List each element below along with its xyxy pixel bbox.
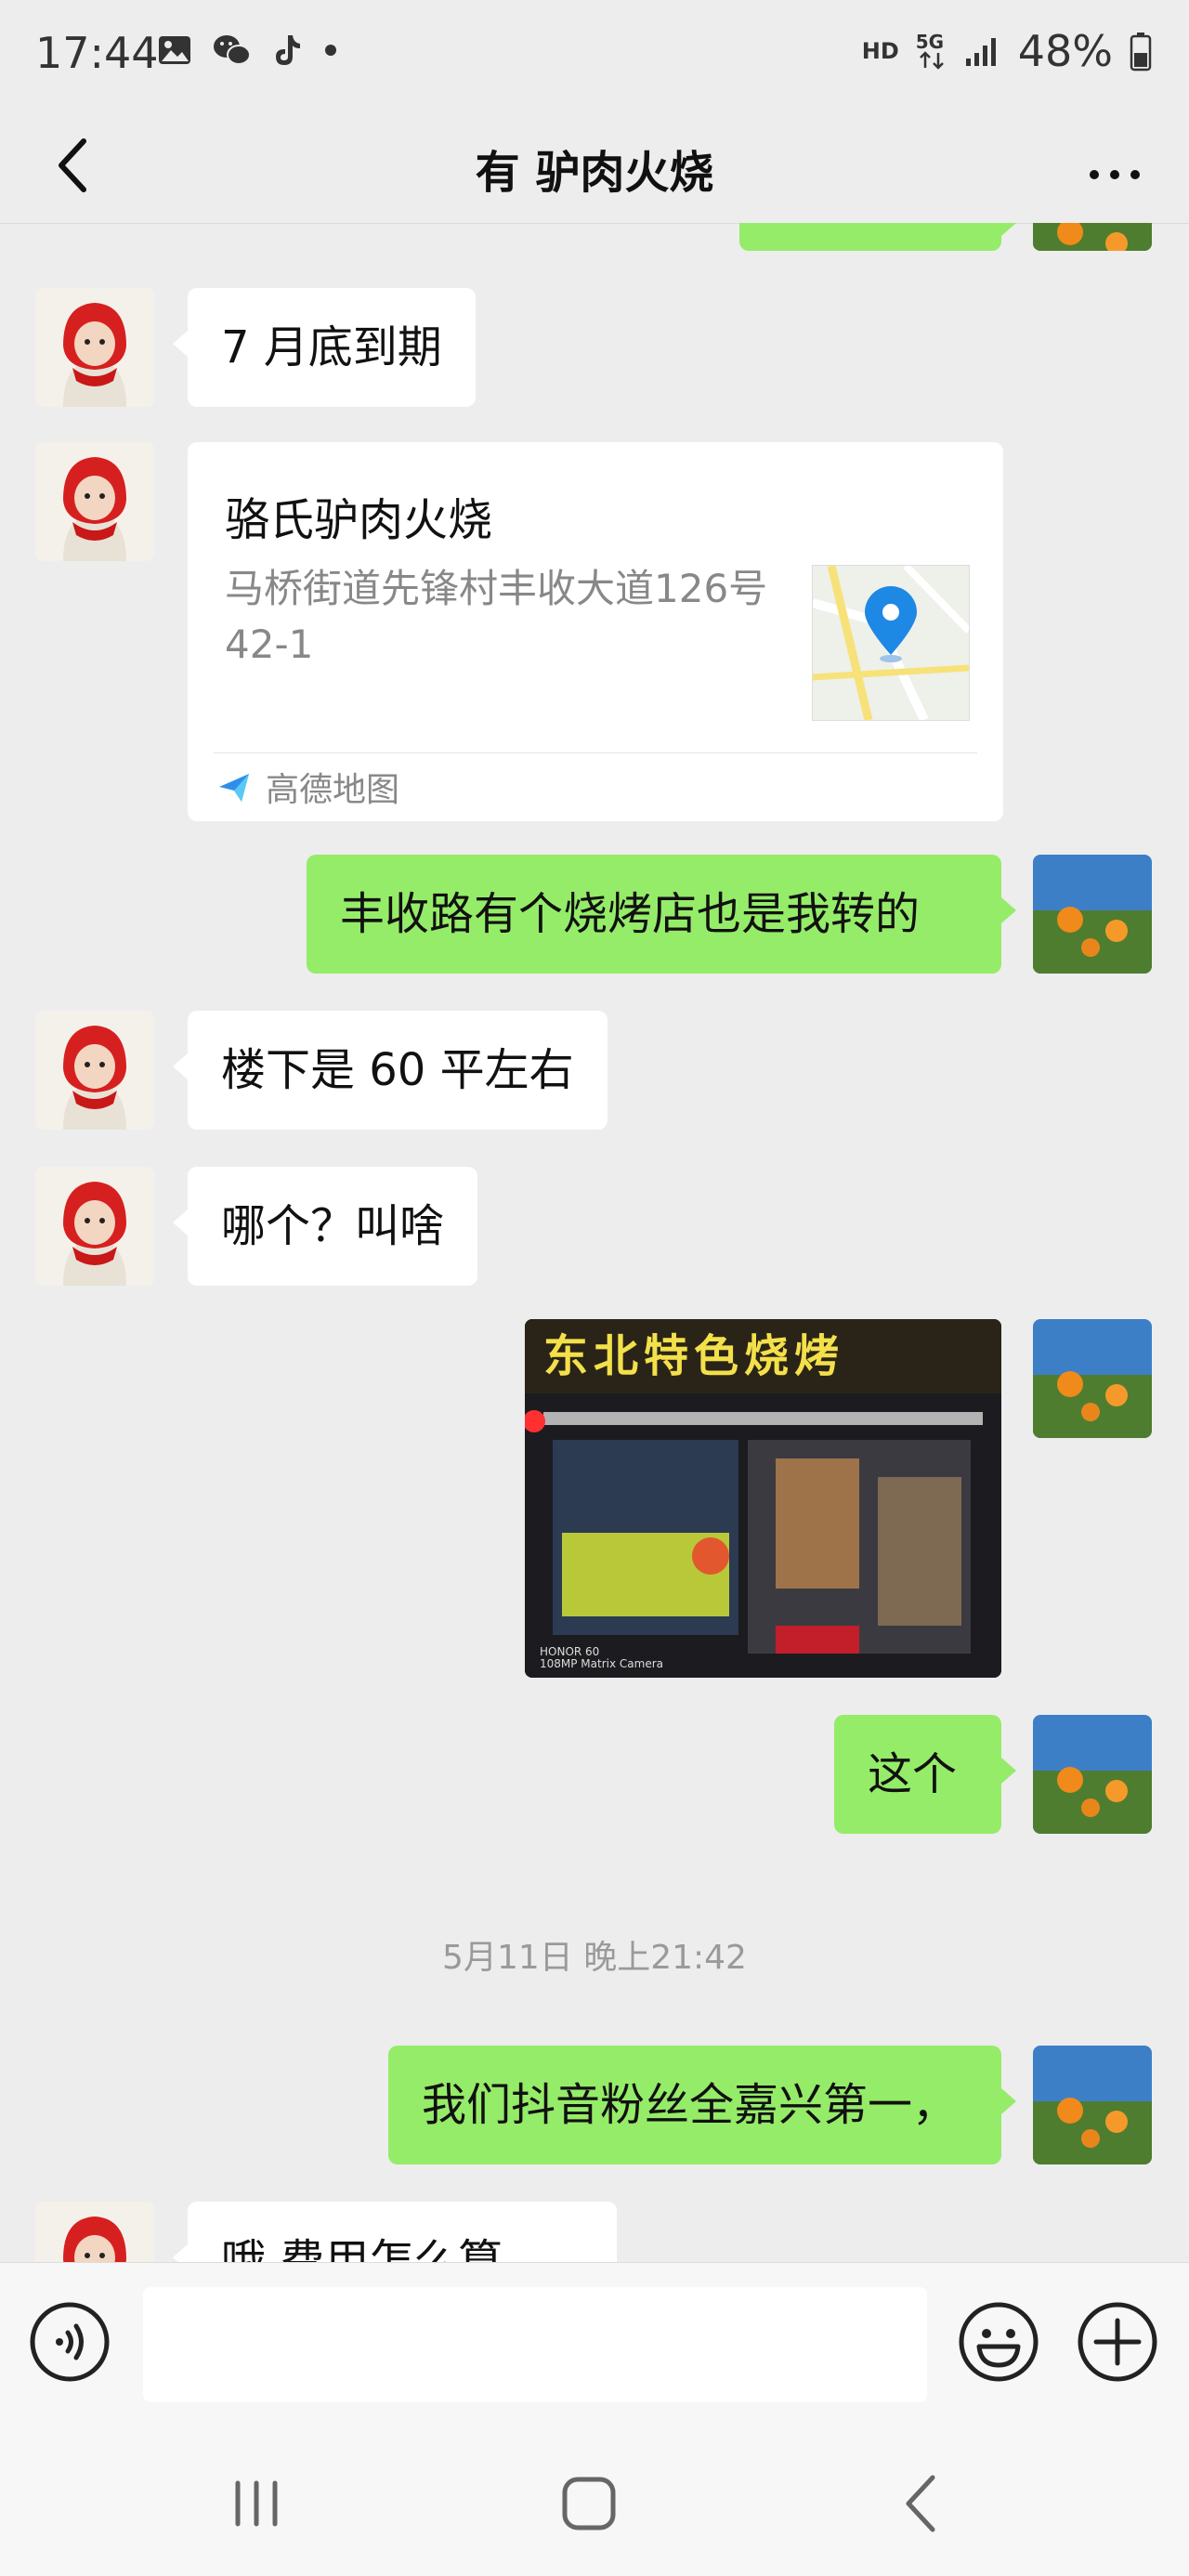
- message-input[interactable]: [143, 2287, 927, 2402]
- photo-watermark: HONOR 60 108MP Matrix Camera: [540, 1646, 663, 1670]
- voice-button[interactable]: [28, 2300, 111, 2384]
- message-bubble[interactable]: 哪个？叫啥: [172, 1167, 478, 1286]
- avatar-image: [35, 1167, 154, 1286]
- emoji-icon: [959, 2302, 1039, 2382]
- plus-icon: [1078, 2302, 1157, 2382]
- location-source: 高德地图: [216, 763, 399, 811]
- status-time: 17:44: [35, 28, 159, 78]
- input-bar: [0, 2262, 1189, 2421]
- chat-header: 有 驴肉火烧: [0, 111, 1189, 224]
- status-icons-left: [156, 32, 340, 69]
- avatar-image: [35, 1011, 154, 1130]
- message-bubble-partial[interactable]: [739, 223, 1016, 251]
- emoji-button[interactable]: [957, 2300, 1040, 2384]
- message-bubble[interactable]: 这个: [834, 1715, 1016, 1834]
- more-actions-button[interactable]: [1076, 2300, 1159, 2384]
- avatar-image: [35, 288, 154, 407]
- image-message[interactable]: 东北特色烧烤 HONOR 60 108MP Matrix Camera: [525, 1319, 1001, 1678]
- location-address: 马桥街道先锋村丰收大道126号42-1: [225, 566, 768, 667]
- status-bar: 17:44 HD 5G 48%: [0, 0, 1189, 111]
- avatar-image: [1033, 1715, 1152, 1834]
- message-bubble[interactable]: 楼下是 60 平左右: [173, 1011, 608, 1130]
- location-source-label: 高德地图: [266, 771, 400, 809]
- watermark-line: 108MP Matrix Camera: [540, 1657, 663, 1670]
- my-avatar[interactable]: [1033, 1319, 1152, 1438]
- 5g-label: 5G: [915, 31, 945, 53]
- contact-avatar[interactable]: [35, 442, 154, 561]
- contact-avatar[interactable]: [35, 1011, 154, 1130]
- contact-avatar[interactable]: [35, 2202, 154, 2262]
- storefront-sign: 东北特色烧烤: [543, 1330, 845, 1382]
- chat-title: 有 驴肉火烧: [475, 147, 714, 199]
- my-avatar[interactable]: [1033, 223, 1152, 251]
- my-avatar[interactable]: [1033, 1715, 1152, 1834]
- battery-icon: [1130, 33, 1152, 72]
- dot-icon: [325, 45, 336, 56]
- more-dots-icon: [1090, 170, 1140, 179]
- tiktok-icon: [276, 35, 300, 65]
- message-text: 哪个？叫啥: [221, 1200, 445, 1252]
- location-map-thumbnail: [812, 565, 970, 721]
- chat-area[interactable]: 7 月底到期 骆氏驴肉火烧 马桥街道先锋村丰收大道126号42-1 高德地图 丰…: [0, 223, 1189, 2262]
- more-button[interactable]: [1078, 132, 1152, 206]
- message-bubble[interactable]: 哦 费用怎么算: [173, 2202, 617, 2262]
- 5g-icon: 5G: [916, 31, 947, 72]
- location-title: 骆氏驴肉火烧: [225, 494, 493, 546]
- message-text: 哦 费用怎么算: [221, 2235, 503, 2262]
- amap-icon: [219, 774, 249, 802]
- my-avatar[interactable]: [1033, 855, 1152, 974]
- location-card[interactable]: 骆氏驴肉火烧 马桥街道先锋村丰收大道126号42-1 高德地图: [188, 442, 1003, 821]
- home-button[interactable]: [552, 2466, 626, 2541]
- avatar-image: [1033, 1319, 1152, 1438]
- nav-back-button[interactable]: [884, 2466, 959, 2541]
- data-arrows-icon: [919, 51, 944, 70]
- chat-timestamp: 5月11日 晚上21:42: [442, 1939, 747, 1977]
- avatar-image: [35, 442, 154, 561]
- message-text: 7 月底到期: [221, 321, 442, 373]
- message-text: 丰收路有个烧烤店也是我转的: [340, 888, 921, 940]
- battery-percent: 48%: [1017, 26, 1113, 76]
- system-navigation-bar: [0, 2420, 1189, 2576]
- recents-button[interactable]: [219, 2466, 294, 2541]
- signal-icon: [965, 38, 996, 66]
- contact-avatar[interactable]: [35, 288, 154, 407]
- status-icons-right: HD 5G 48%: [862, 26, 1152, 76]
- recents-icon: [235, 2480, 278, 2527]
- divider: [214, 752, 977, 753]
- my-avatar[interactable]: [1033, 2046, 1152, 2164]
- contact-avatar[interactable]: [35, 1167, 154, 1286]
- gallery-icon: [159, 36, 190, 64]
- message-bubble[interactable]: 我们抖音粉丝全嘉兴第一，: [388, 2046, 1016, 2164]
- hd-icon: HD: [861, 38, 899, 64]
- message-text: 这个: [868, 1748, 958, 1800]
- avatar-image: [1033, 855, 1152, 974]
- home-icon: [562, 2477, 616, 2530]
- back-nav-icon: [906, 2475, 935, 2532]
- avatar-image: [1033, 2046, 1152, 2164]
- avatar-image: [1033, 223, 1152, 251]
- wechat-icon: [214, 35, 251, 65]
- message-bubble[interactable]: 丰收路有个烧烤店也是我转的: [307, 855, 1016, 974]
- voice-icon: [30, 2302, 110, 2382]
- message-text: 我们抖音粉丝全嘉兴第一，: [422, 2079, 958, 2131]
- map-image: [813, 566, 969, 720]
- avatar-image: [35, 2202, 154, 2262]
- message-bubble[interactable]: 7 月底到期: [173, 288, 476, 407]
- message-text: 楼下是 60 平左右: [221, 1044, 574, 1096]
